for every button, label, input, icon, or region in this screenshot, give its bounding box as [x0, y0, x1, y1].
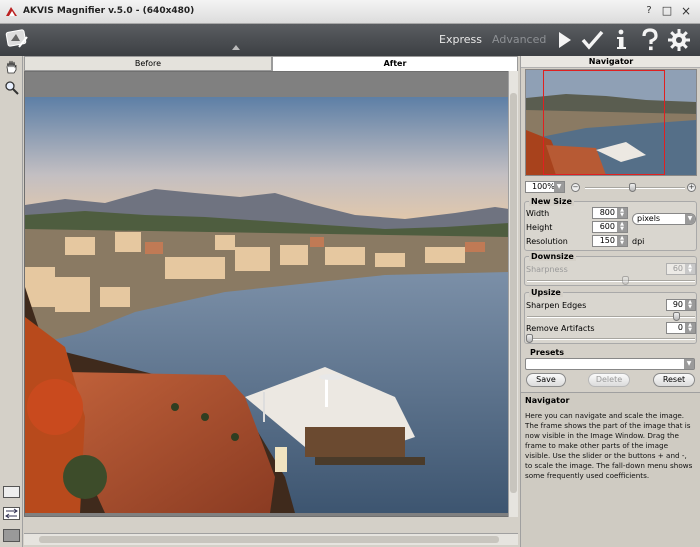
- settings-gear-icon[interactable]: [667, 28, 691, 52]
- height-value: 600: [599, 222, 615, 231]
- akvis-logo-icon[interactable]: [5, 27, 31, 53]
- save-preset-button[interactable]: Save: [526, 373, 566, 387]
- settings-panel: Navigator 100% ▼ − + New Size Width 800 ▲…: [520, 56, 700, 547]
- tab-before[interactable]: Before: [24, 56, 272, 71]
- sharpness-slider-handle[interactable]: [622, 276, 629, 285]
- zoom-tool-icon[interactable]: [4, 80, 19, 95]
- horizontal-scrollbar[interactable]: [24, 533, 518, 545]
- unit-value: pixels: [637, 214, 661, 223]
- presets-title: Presets: [528, 348, 567, 357]
- remove-artifacts-slider-handle[interactable]: [526, 334, 533, 343]
- reset-button[interactable]: Reset: [653, 373, 695, 387]
- downsize-title: Downsize: [529, 252, 576, 261]
- chevron-down-icon: ▼: [554, 182, 564, 192]
- tool-column: [0, 56, 23, 547]
- width-value: 800: [599, 208, 615, 217]
- navigator-preview[interactable]: [525, 69, 697, 176]
- horizontal-scroll-thumb[interactable]: [39, 536, 499, 543]
- hand-tool-icon[interactable]: [4, 59, 19, 74]
- sharpen-edges-label: Sharpen Edges: [526, 301, 587, 310]
- resolution-field[interactable]: 150 ▲ ▼: [592, 235, 628, 247]
- remove-artifacts-value: 0: [677, 323, 683, 332]
- sharpen-edges-slider-track[interactable]: [527, 316, 695, 318]
- zoom-slider-handle[interactable]: [629, 183, 636, 192]
- sharpness-slider-track[interactable]: [527, 280, 695, 282]
- resolution-spinner[interactable]: ▲ ▼: [617, 236, 627, 246]
- height-spinner[interactable]: ▲ ▼: [617, 222, 627, 232]
- vertical-scroll-thumb[interactable]: [510, 93, 517, 493]
- zoom-level-value: 100%: [532, 182, 555, 191]
- view-mode-tools: [0, 486, 23, 547]
- single-view-icon[interactable]: [3, 486, 20, 498]
- akvis-app-icon: [6, 7, 17, 16]
- width-spinner[interactable]: ▲ ▼: [617, 208, 627, 218]
- resolution-value: 150: [599, 236, 615, 245]
- navigator-title: Navigator: [521, 56, 700, 68]
- run-icon[interactable]: [552, 28, 576, 52]
- main-toolbar: Express Advanced: [0, 24, 700, 56]
- help-text: Here you can navigate and scale the imag…: [525, 411, 693, 480]
- navigator-frame[interactable]: [543, 70, 665, 175]
- swap-view-icon[interactable]: [3, 507, 20, 520]
- apply-checkmark-icon[interactable]: [580, 28, 604, 52]
- tab-after[interactable]: After: [272, 56, 518, 71]
- lakeside-photo[interactable]: [25, 97, 509, 513]
- sharpen-edges-value: 90: [672, 300, 683, 309]
- chevron-down-icon: ▼: [685, 214, 695, 224]
- zoom-in-button[interactable]: +: [687, 183, 696, 192]
- chevron-down-icon: ▼: [684, 359, 694, 369]
- remove-artifacts-label: Remove Artifacts: [526, 324, 595, 333]
- collapse-arrow-icon[interactable]: [232, 44, 240, 50]
- sharpness-field[interactable]: 60 ▲ ▼: [666, 263, 696, 275]
- sharpen-edges-field[interactable]: 90 ▲ ▼: [666, 299, 696, 311]
- image-window[interactable]: [24, 71, 518, 517]
- sharpness-label: Sharpness: [526, 265, 568, 274]
- presets-group: Presets ▼ Save Delete Reset: [524, 348, 697, 389]
- remove-artifacts-slider-track[interactable]: [527, 338, 695, 340]
- zoom-out-button[interactable]: −: [571, 183, 580, 192]
- close-button[interactable]: ×: [680, 5, 692, 17]
- new-size-title: New Size: [529, 197, 574, 206]
- height-field[interactable]: 600 ▲ ▼: [592, 221, 628, 233]
- express-mode-button[interactable]: Express: [439, 33, 482, 46]
- zoom-level-select[interactable]: 100% ▼: [525, 181, 565, 193]
- window-title: AKVIS Magnifier v.5.0 - (640x480): [23, 6, 195, 16]
- remove-artifacts-spinner[interactable]: ▲ ▼: [685, 323, 695, 333]
- before-after-tabs: Before After: [24, 56, 518, 71]
- advanced-mode-button[interactable]: Advanced: [492, 33, 546, 46]
- split-view-icon[interactable]: [3, 529, 20, 542]
- sharpen-edges-spinner[interactable]: ▲ ▼: [685, 300, 695, 310]
- sharpness-spinner[interactable]: ▲ ▼: [685, 264, 695, 274]
- downsize-group: Downsize Sharpness 60 ▲ ▼: [524, 252, 697, 286]
- unit-select[interactable]: pixels ▼: [632, 213, 696, 225]
- upsize-title: Upsize: [529, 288, 563, 297]
- new-size-group: New Size Width 800 ▲ ▼ Height 600 ▲ ▼ pixels…: [524, 197, 697, 251]
- remove-artifacts-field[interactable]: 0 ▲ ▼: [666, 322, 696, 334]
- height-label: Height: [526, 223, 553, 232]
- title-bar: AKVIS Magnifier v.5.0 - (640x480) ? □ ×: [0, 0, 700, 24]
- resolution-label: Resolution: [526, 237, 568, 246]
- help-icon[interactable]: [638, 28, 662, 52]
- info-icon[interactable]: [609, 28, 633, 52]
- presets-select[interactable]: ▼: [525, 358, 695, 370]
- help-panel: Navigator Here you can navigate and scal…: [521, 392, 700, 547]
- sharpness-value: 60: [672, 264, 683, 273]
- maximize-button[interactable]: □: [661, 5, 673, 17]
- width-field[interactable]: 800 ▲ ▼: [592, 207, 628, 219]
- dpi-label: dpi: [632, 237, 645, 246]
- help-title: Navigator: [525, 396, 570, 405]
- upsize-group: Upsize Sharpen Edges 90 ▲ ▼ Remove Artifac…: [524, 288, 697, 344]
- vertical-scrollbar[interactable]: [508, 71, 518, 517]
- sharpen-edges-slider-handle[interactable]: [673, 312, 680, 321]
- help-window-button[interactable]: ?: [643, 5, 655, 17]
- delete-preset-button[interactable]: Delete: [588, 373, 630, 387]
- width-label: Width: [526, 209, 550, 218]
